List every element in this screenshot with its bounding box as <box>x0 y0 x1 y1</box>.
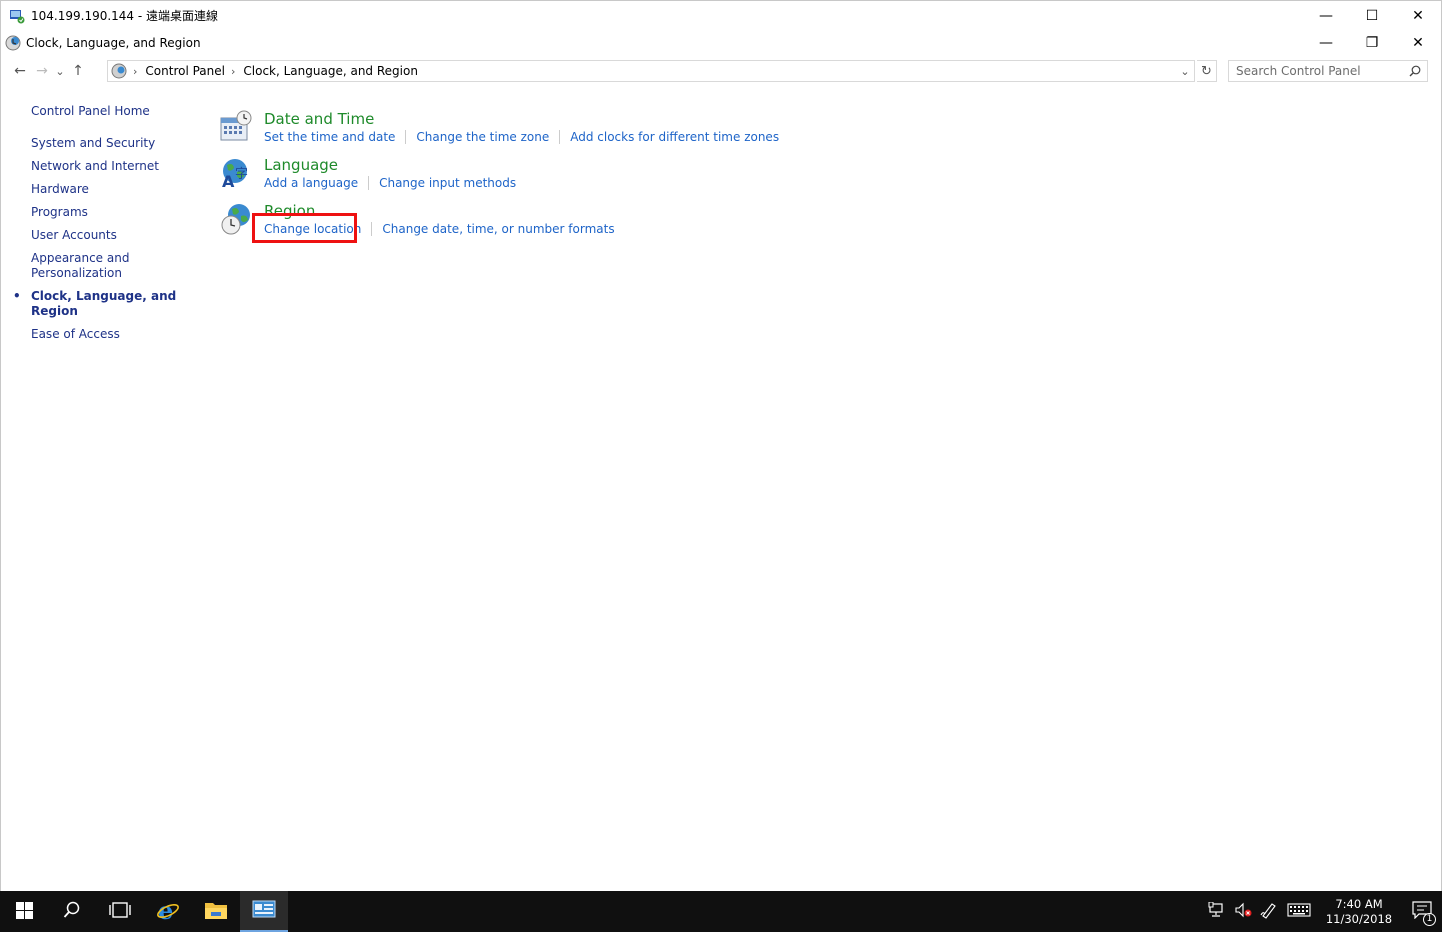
svg-text:A: A <box>222 172 235 190</box>
search-icon <box>63 901 81 922</box>
sidebar-item-user-accounts[interactable]: User Accounts <box>31 228 211 243</box>
network-icon <box>1208 901 1226 922</box>
minimize-icon: — <box>1319 35 1333 51</box>
link-divider <box>368 176 370 190</box>
rdp-maximize-button[interactable]: ☐ <box>1349 1 1395 31</box>
action-center-button[interactable]: 1 <box>1402 891 1442 932</box>
maximize-icon: ☐ <box>1365 8 1379 24</box>
notification-count-badge: 1 <box>1423 913 1436 926</box>
add-clocks-link[interactable]: Add clocks for different time zones <box>570 130 779 144</box>
link-divider <box>405 130 407 144</box>
pen-tray-button[interactable] <box>1256 891 1282 932</box>
navigation-bar: ← → ⌄ ↑ › Control Panel › Clock, Languag… <box>0 56 1442 86</box>
address-dropdown-button[interactable]: ⌄ <box>1176 61 1194 81</box>
sidebar-item-system-security[interactable]: System and Security <box>31 136 211 151</box>
explorer-minimize-button[interactable]: — <box>1303 30 1349 56</box>
explorer-close-button[interactable]: ✕ <box>1395 30 1441 56</box>
clock-date: 11/30/2018 <box>1325 911 1393 926</box>
rdp-minimize-button[interactable]: — <box>1303 1 1349 31</box>
explorer-titlebar: Clock, Language, and Region — ❐ ✕ <box>0 30 1442 56</box>
forward-button[interactable]: → <box>31 59 53 83</box>
rdp-window-title: 104.199.190.144 - 遠端桌面連線 <box>31 9 219 23</box>
taskbar: e 7:40 AM 11/30/2018 1 <box>0 891 1442 932</box>
breadcrumb-separator: › <box>133 64 138 78</box>
breadcrumb-control-panel[interactable]: Control Panel <box>145 64 225 78</box>
date-time-title[interactable]: Date and Time <box>264 110 374 128</box>
language-title[interactable]: Language <box>264 156 338 174</box>
file-explorer-button[interactable] <box>192 891 240 932</box>
link-divider <box>371 222 373 236</box>
chevron-down-icon: ⌄ <box>55 64 65 78</box>
back-arrow-icon: ← <box>14 63 26 79</box>
touch-keyboard-button[interactable] <box>1282 891 1316 932</box>
search-input[interactable] <box>1229 64 1399 78</box>
sidebar-item-network-internet[interactable]: Network and Internet <box>31 159 211 174</box>
region-globe-clock-icon <box>219 202 253 236</box>
content-area: Control Panel Home System and Security N… <box>0 86 1442 891</box>
language-globe-icon: A 字 <box>219 156 253 191</box>
recent-locations-button[interactable]: ⌄ <box>53 59 67 83</box>
add-language-link[interactable]: Add a language <box>264 176 358 190</box>
close-icon: ✕ <box>1412 35 1424 51</box>
internet-explorer-button[interactable]: e <box>144 891 192 932</box>
refresh-icon: ↻ <box>1201 63 1212 79</box>
rdp-titlebar: 104.199.190.144 - 遠端桌面連線 — ☐ ✕ <box>0 0 1442 30</box>
explorer-window-title: Clock, Language, and Region <box>26 36 201 50</box>
calendar-clock-icon <box>219 110 253 144</box>
sidebar-item-appearance[interactable]: Appearance and Personalization <box>31 251 131 281</box>
sidebar-item-hardware[interactable]: Hardware <box>31 182 211 197</box>
control-panel-taskbar-button[interactable] <box>240 891 288 932</box>
search-box[interactable] <box>1228 60 1428 82</box>
change-input-methods-link[interactable]: Change input methods <box>379 176 516 190</box>
start-button[interactable] <box>0 891 48 932</box>
sidebar-item-ease-of-access[interactable]: Ease of Access <box>31 327 211 342</box>
back-button[interactable]: ← <box>9 59 31 83</box>
volume-tray-button[interactable] <box>1230 891 1256 932</box>
change-time-zone-link[interactable]: Change the time zone <box>416 130 549 144</box>
internet-explorer-icon: e <box>156 896 180 925</box>
task-view-button[interactable] <box>96 891 144 932</box>
remote-desktop-icon <box>9 8 25 24</box>
search-button[interactable] <box>48 891 96 932</box>
pen-icon <box>1260 901 1278 923</box>
network-tray-button[interactable] <box>1204 891 1230 932</box>
control-panel-window-icon <box>252 899 276 922</box>
windows-logo-icon <box>15 901 33 922</box>
link-divider <box>559 130 561 144</box>
refresh-button[interactable]: ↻ <box>1197 60 1217 82</box>
explorer-restore-button[interactable]: ❐ <box>1349 30 1395 56</box>
address-bar[interactable]: › Control Panel › Clock, Language, and R… <box>107 60 1195 82</box>
set-time-date-link[interactable]: Set the time and date <box>264 130 395 144</box>
task-view-icon <box>109 902 131 921</box>
breadcrumb-separator: › <box>230 64 236 78</box>
highlight-annotation-box <box>252 213 357 243</box>
volume-muted-icon <box>1234 902 1252 922</box>
control-panel-icon <box>111 63 127 79</box>
minimize-icon: — <box>1319 8 1333 24</box>
clock-region-icon <box>5 35 21 51</box>
restore-icon: ❐ <box>1365 35 1379 51</box>
sidebar: Control Panel Home System and Security N… <box>13 104 211 350</box>
keyboard-icon <box>1287 902 1311 921</box>
taskbar-clock[interactable]: 7:40 AM 11/30/2018 <box>1322 897 1396 927</box>
folder-icon <box>204 900 228 923</box>
forward-arrow-icon: → <box>36 63 48 79</box>
search-icon <box>1409 65 1421 77</box>
change-formats-link[interactable]: Change date, time, or number formats <box>382 222 614 236</box>
sidebar-item-clock-language-region[interactable]: Clock, Language, and Region <box>13 289 211 319</box>
rdp-close-button[interactable]: ✕ <box>1395 1 1441 31</box>
close-icon: ✕ <box>1412 8 1424 24</box>
up-button[interactable]: ↑ <box>67 59 89 83</box>
up-arrow-icon: ↑ <box>72 63 84 79</box>
svg-text:字: 字 <box>235 167 248 182</box>
sidebar-control-panel-home[interactable]: Control Panel Home <box>31 104 211 118</box>
breadcrumb-clock-language-region[interactable]: Clock, Language, and Region <box>243 64 418 78</box>
sidebar-item-programs[interactable]: Programs <box>31 205 211 220</box>
system-tray: 7:40 AM 11/30/2018 1 <box>1204 891 1442 932</box>
clock-time: 7:40 AM <box>1335 896 1383 911</box>
